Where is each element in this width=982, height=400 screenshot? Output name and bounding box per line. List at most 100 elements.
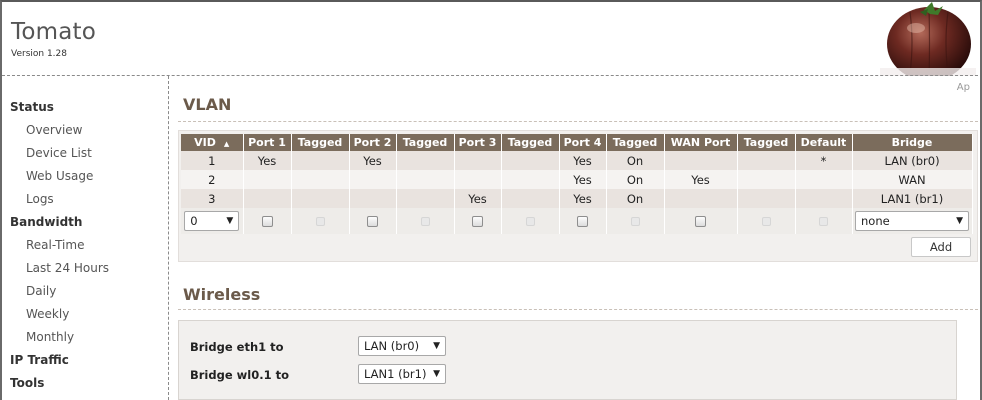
sidebar-item-last-24-hours[interactable]: Last 24 Hours <box>2 257 168 280</box>
sidebar: Status Overview Device List Web Usage Lo… <box>2 76 169 400</box>
port3-checkbox[interactable] <box>472 216 483 227</box>
cell-wan-port <box>664 189 738 208</box>
sidebar-item-daily[interactable]: Daily <box>2 280 168 303</box>
sidebar-section-bandwidth[interactable]: Bandwidth <box>2 211 168 234</box>
col-header-tagged2[interactable]: Tagged <box>396 134 455 151</box>
cell-tagged2 <box>396 151 455 170</box>
vlan-table: VID ▲ Port 1 Tagged Port 2 Tagged Port 3 … <box>181 134 973 234</box>
cell-port4: Yes <box>559 170 607 189</box>
col-header-wan-port[interactable]: WAN Port <box>664 134 738 151</box>
col-header-tagged1[interactable]: Tagged <box>291 134 350 151</box>
bridge-wl01-select[interactable]: LAN1 (br1) ▼ <box>358 364 446 384</box>
col-header-vid[interactable]: VID ▲ <box>181 134 244 151</box>
wan-port-checkbox[interactable] <box>695 216 706 227</box>
chevron-down-icon: ▼ <box>433 369 440 379</box>
cell-bridge: WAN <box>852 170 973 189</box>
port4-checkbox[interactable] <box>577 216 588 227</box>
bridge-wl01-label: Bridge wl0.1 to <box>190 368 289 382</box>
sidebar-item-real-time[interactable]: Real-Time <box>2 234 168 257</box>
col-header-default[interactable]: Default <box>795 134 853 151</box>
cell-port3: Yes <box>454 189 502 208</box>
vlan-header-row: VID ▲ Port 1 Tagged Port 2 Tagged Port 3 … <box>181 134 973 151</box>
tagged3-checkbox <box>525 217 535 226</box>
cell-tagged4: On <box>606 151 665 170</box>
sidebar-item-monthly[interactable]: Monthly <box>2 326 168 349</box>
bridge-eth1-select[interactable]: LAN (br0) ▼ <box>358 336 446 356</box>
apply-hint: Ap <box>956 82 970 93</box>
cell-bridge: LAN (br0) <box>852 151 973 170</box>
cell-vid: 3 <box>181 189 244 208</box>
bridge-select[interactable]: none ▼ <box>855 211 969 231</box>
sidebar-section-ip-traffic[interactable]: IP Traffic <box>2 349 168 372</box>
col-header-tagged4[interactable]: Tagged <box>606 134 665 151</box>
col-header-port1[interactable]: Port 1 <box>243 134 292 151</box>
col-header-bridge[interactable]: Bridge <box>852 134 973 151</box>
cell-tagged1 <box>291 170 350 189</box>
vlan-panel: VID ▲ Port 1 Tagged Port 2 Tagged Port 3 … <box>178 130 978 262</box>
tomato-logo <box>880 2 976 76</box>
table-row[interactable]: 2 Yes On Yes WAN <box>181 170 973 189</box>
cell-tagged1 <box>291 151 350 170</box>
cell-tagged3 <box>501 151 560 170</box>
port2-checkbox[interactable] <box>367 216 378 227</box>
main-content: Ap VLAN VID ▲ Port 1 Tagged Port 2 Tagged… <box>170 76 978 400</box>
cell-port1: Yes <box>243 151 292 170</box>
col-header-tagged-wan[interactable]: Tagged <box>737 134 796 151</box>
wireless-panel: Bridge eth1 to LAN (br0) ▼ Bridge wl0.1 t… <box>178 320 957 400</box>
tagged-wan-checkbox <box>761 217 771 226</box>
cell-bridge: LAN1 (br1) <box>852 189 973 208</box>
tagged2-checkbox <box>420 217 430 226</box>
chevron-down-icon: ▼ <box>433 341 440 351</box>
cell-port3 <box>454 170 502 189</box>
add-vlan-button[interactable]: Add <box>911 237 971 257</box>
chevron-down-icon: ▼ <box>956 216 963 226</box>
cell-port1 <box>243 170 292 189</box>
cell-tagged3 <box>501 189 560 208</box>
col-header-tagged3[interactable]: Tagged <box>501 134 560 151</box>
table-row[interactable]: 3 Yes Yes On LAN1 (br1) <box>181 189 973 208</box>
sidebar-item-logs[interactable]: Logs <box>2 188 168 211</box>
cell-tagged3 <box>501 170 560 189</box>
cell-default <box>795 170 853 189</box>
sidebar-item-device-list[interactable]: Device List <box>2 142 168 165</box>
port1-checkbox[interactable] <box>261 216 273 227</box>
sidebar-section-tools[interactable]: Tools <box>2 372 168 395</box>
cell-vid: 2 <box>181 170 244 189</box>
page-header: Tomato Version 1.28 <box>2 2 978 76</box>
cell-port2 <box>349 170 397 189</box>
sidebar-section-status[interactable]: Status <box>2 96 168 119</box>
cell-tagged-wan <box>737 170 796 189</box>
cell-port2 <box>349 189 397 208</box>
col-header-port4[interactable]: Port 4 <box>559 134 607 151</box>
cell-tagged1 <box>291 189 350 208</box>
cell-port3 <box>454 151 502 170</box>
sort-ascending-icon: ▲ <box>223 140 230 148</box>
wireless-title-rule <box>178 309 978 310</box>
cell-tagged4: On <box>606 170 665 189</box>
version-label: Version 1.28 <box>11 49 67 59</box>
sidebar-item-weekly[interactable]: Weekly <box>2 303 168 326</box>
cell-default <box>795 189 853 208</box>
sidebar-menu: Status Overview Device List Web Usage Lo… <box>2 76 168 395</box>
cell-tagged2 <box>396 170 455 189</box>
col-header-port3[interactable]: Port 3 <box>454 134 502 151</box>
cell-tagged-wan <box>737 151 796 170</box>
tagged4-checkbox <box>630 217 640 226</box>
sidebar-item-web-usage[interactable]: Web Usage <box>2 165 168 188</box>
app-title: Tomato <box>11 19 97 45</box>
cell-tagged-wan <box>737 189 796 208</box>
cell-wan-port <box>664 151 738 170</box>
cell-port4: Yes <box>559 151 607 170</box>
sidebar-item-overview[interactable]: Overview <box>2 119 168 142</box>
vid-select[interactable]: 0 ▼ <box>184 211 240 231</box>
cell-tagged4: On <box>606 189 665 208</box>
bridge-eth1-label: Bridge eth1 to <box>190 340 284 354</box>
default-checkbox <box>819 217 828 226</box>
cell-wan-port: Yes <box>664 170 738 189</box>
cell-port1 <box>243 189 292 208</box>
vlan-section-title: VLAN <box>183 95 232 114</box>
col-header-port2[interactable]: Port 2 <box>349 134 397 151</box>
cell-vid: 1 <box>181 151 244 170</box>
wireless-section-title: Wireless <box>183 285 261 304</box>
table-row[interactable]: 1 Yes Yes Yes On * LAN (br0) <box>181 151 973 170</box>
